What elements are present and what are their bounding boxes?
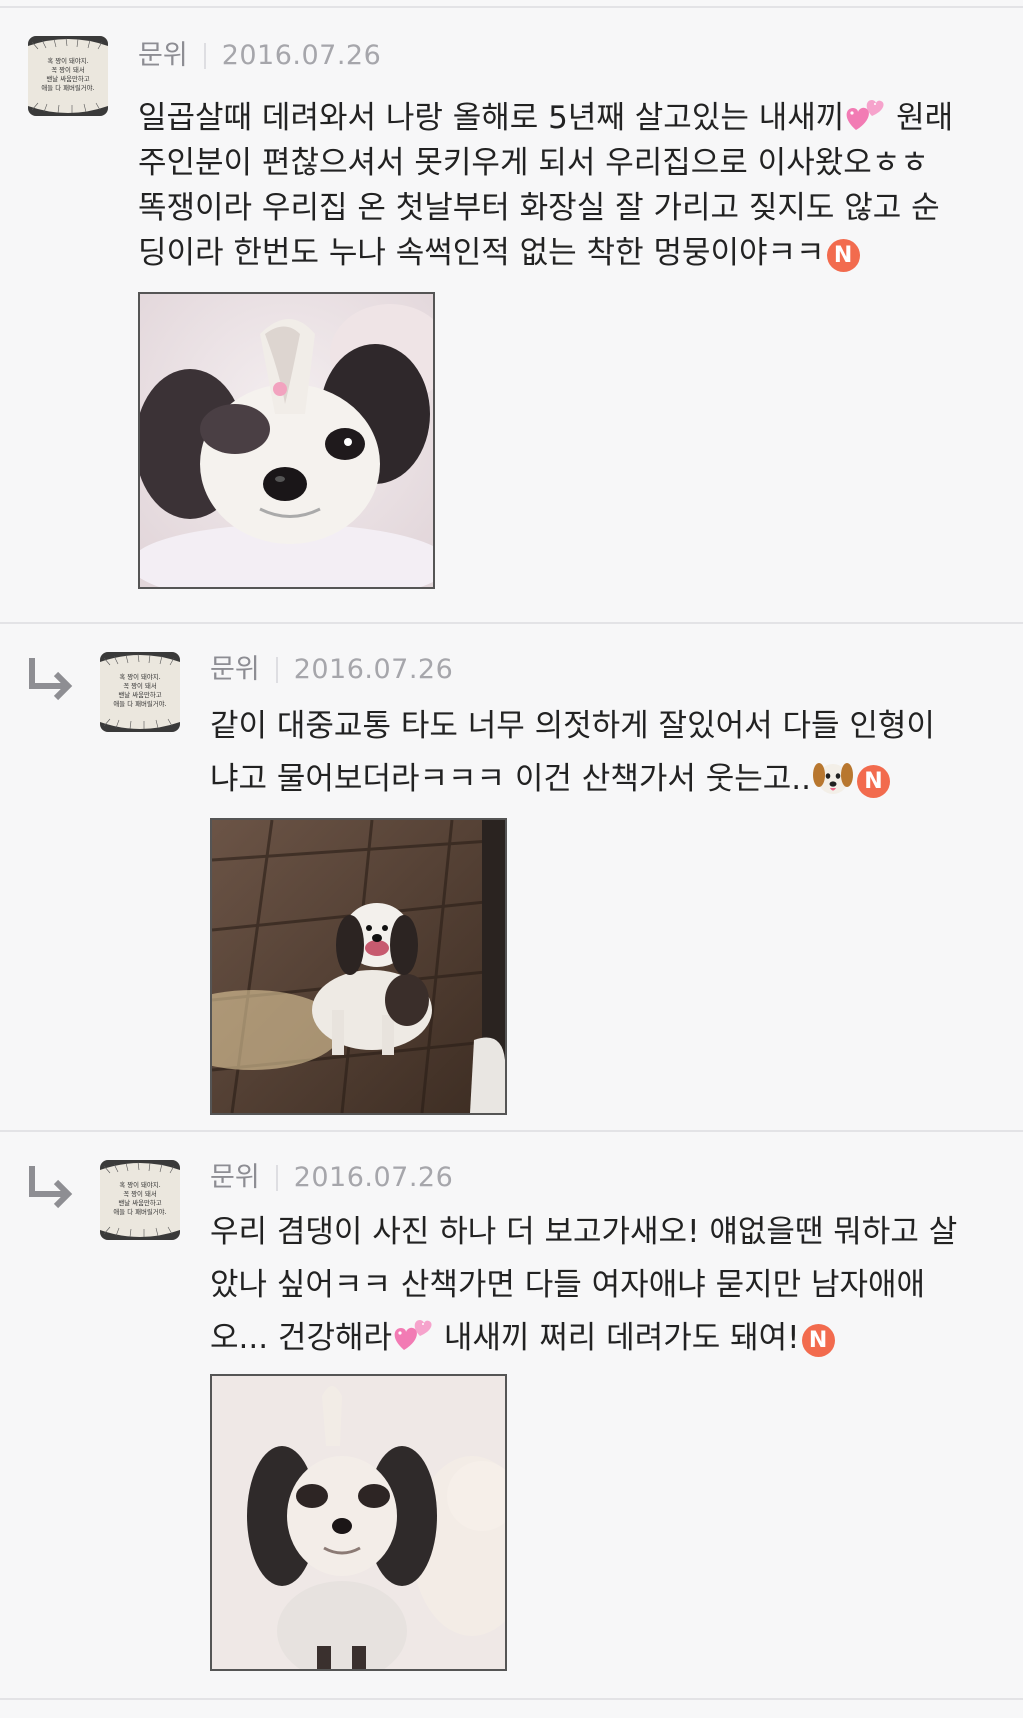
new-badge-icon: N [801, 1324, 835, 1357]
dog-face-emoji [813, 763, 854, 794]
text-line: 같이 대중교통 타도 너무 의젓하게 잘있어서 다들 인형이 [210, 708, 935, 744]
text-segment: 딩이라 한번도 누나 속썩인적 없는 착한 멍뭉이야ㅋㅋ [138, 235, 825, 271]
comment-photo[interactable] [210, 1374, 507, 1671]
avatar-text-1: 혹 짱이 돼야지. [47, 56, 88, 65]
comment-photo[interactable] [138, 292, 435, 589]
text-segment: 오... 건강해라 [210, 1320, 393, 1356]
text-segment: 원래 [886, 100, 954, 136]
new-badge-icon: N [857, 765, 891, 798]
comment-date: 2016.07.26 [293, 1162, 454, 1193]
comment-photo[interactable] [210, 818, 507, 1115]
avatar-text-1: 혹 짱이 돼야지. [119, 1180, 160, 1189]
avatar-text-4: 애들 다 패버릴거야. [41, 83, 94, 92]
avatar-text-2: 꼭 짱이 돼서 [51, 65, 85, 74]
text-segment: 일곱살때 데려와서 나랑 올해로 5년째 살고있는 내새끼 [138, 100, 845, 136]
meta-separator [275, 657, 278, 683]
reply-item: 혹 짱이 돼야지. 꼭 짱이 돼서 밴날 싸움만하고 애들 다 패버릴거야. 문… [0, 624, 1023, 1132]
comment-item: 혹 짱이 돼야지. 꼭 짱이 돼서 밴날 싸움만하고 애들 다 패버릴거야. 문… [0, 8, 1023, 624]
avatar-text-4: 애들 다 패버릴거야. [113, 1207, 166, 1216]
meta-separator [203, 43, 206, 69]
comment-meta: 문위 2016.07.26 [138, 36, 381, 76]
text-line: 았나 싶어ㅋㅋ 산책가면 다들 여자애냐 묻지만 남자애애 [210, 1267, 926, 1303]
author-name[interactable]: 문위 [210, 1158, 260, 1198]
text-line: 주인분이 편찮으셔서 못키우게 되서 우리집으로 이사왔오ㅎㅎ [138, 145, 929, 181]
text-line: 일곱살때 데려와서 나랑 올해로 5년째 살고있는 내새끼 원래 [138, 96, 953, 141]
text-segment: 냐고 물어보더라ㅋㅋㅋ 이건 산책가서 웃는고.. [210, 761, 812, 797]
comment-text: 일곱살때 데려와서 나랑 올해로 5년째 살고있는 내새끼 원래 주인분이 편찮… [138, 96, 953, 276]
reply-arrow-icon [24, 654, 76, 706]
avatar[interactable]: 혹 짱이 돼야지. 꼭 짱이 돼서 밴날 싸움만하고 애들 다 패버릴거야. [100, 1160, 180, 1240]
avatar-text-2: 꼭 짱이 돼서 [123, 681, 157, 690]
meta-separator [275, 1165, 278, 1191]
sparkling-heart-emoji [846, 100, 884, 130]
author-name[interactable]: 문위 [138, 36, 188, 76]
avatar-text-2: 꼭 짱이 돼서 [123, 1189, 157, 1198]
comment-meta: 문위 2016.07.26 [210, 1158, 453, 1198]
comment-text: 우리 겸댕이 사진 하나 더 보고가새오! 얘없을땐 뭐하고 살 았나 싶어ㅋㅋ… [210, 1210, 957, 1369]
avatar-text-3: 밴날 싸움만하고 [118, 1198, 161, 1207]
reply-arrow-icon [24, 1162, 76, 1214]
comment-date: 2016.07.26 [221, 40, 382, 71]
comment-text: 같이 대중교통 타도 너무 의젓하게 잘있어서 다들 인형이 냐고 물어보더라ㅋ… [210, 704, 935, 810]
text-line: 냐고 물어보더라ㅋㅋㅋ 이건 산책가서 웃는고.. N [210, 757, 935, 810]
text-line: 오... 건강해라 내새끼 쩌리 데려가도 돼여! N [210, 1316, 957, 1369]
avatar[interactable]: 혹 짱이 돼야지. 꼭 짱이 돼서 밴날 싸움만하고 애들 다 패버릴거야. [28, 36, 108, 116]
text-segment: 내새끼 쩌리 데려가도 돼여! [434, 1320, 800, 1356]
sparkling-heart-emoji [394, 1320, 432, 1350]
text-line: 똑쟁이라 우리집 온 첫날부터 화장실 잘 가리고 짖지도 않고 순 [138, 190, 940, 226]
new-badge-icon: N [826, 239, 860, 272]
reply-item: 혹 짱이 돼야지. 꼭 짱이 돼서 밴날 싸움만하고 애들 다 패버릴거야. 문… [0, 1132, 1023, 1700]
comment-date: 2016.07.26 [293, 654, 454, 685]
text-line: 딩이라 한번도 누나 속썩인적 없는 착한 멍뭉이야ㅋㅋ N [138, 231, 953, 276]
avatar-text-3: 밴날 싸움만하고 [118, 690, 161, 699]
avatar[interactable]: 혹 짱이 돼야지. 꼭 짱이 돼서 밴날 싸움만하고 애들 다 패버릴거야. [100, 652, 180, 732]
author-name[interactable]: 문위 [210, 650, 260, 690]
avatar-text-4: 애들 다 패버릴거야. [113, 699, 166, 708]
comment-meta: 문위 2016.07.26 [210, 650, 453, 690]
avatar-text-1: 혹 짱이 돼야지. [119, 672, 160, 681]
avatar-text-3: 밴날 싸움만하고 [46, 74, 89, 83]
text-line: 우리 겸댕이 사진 하나 더 보고가새오! 얘없을땐 뭐하고 살 [210, 1214, 958, 1250]
